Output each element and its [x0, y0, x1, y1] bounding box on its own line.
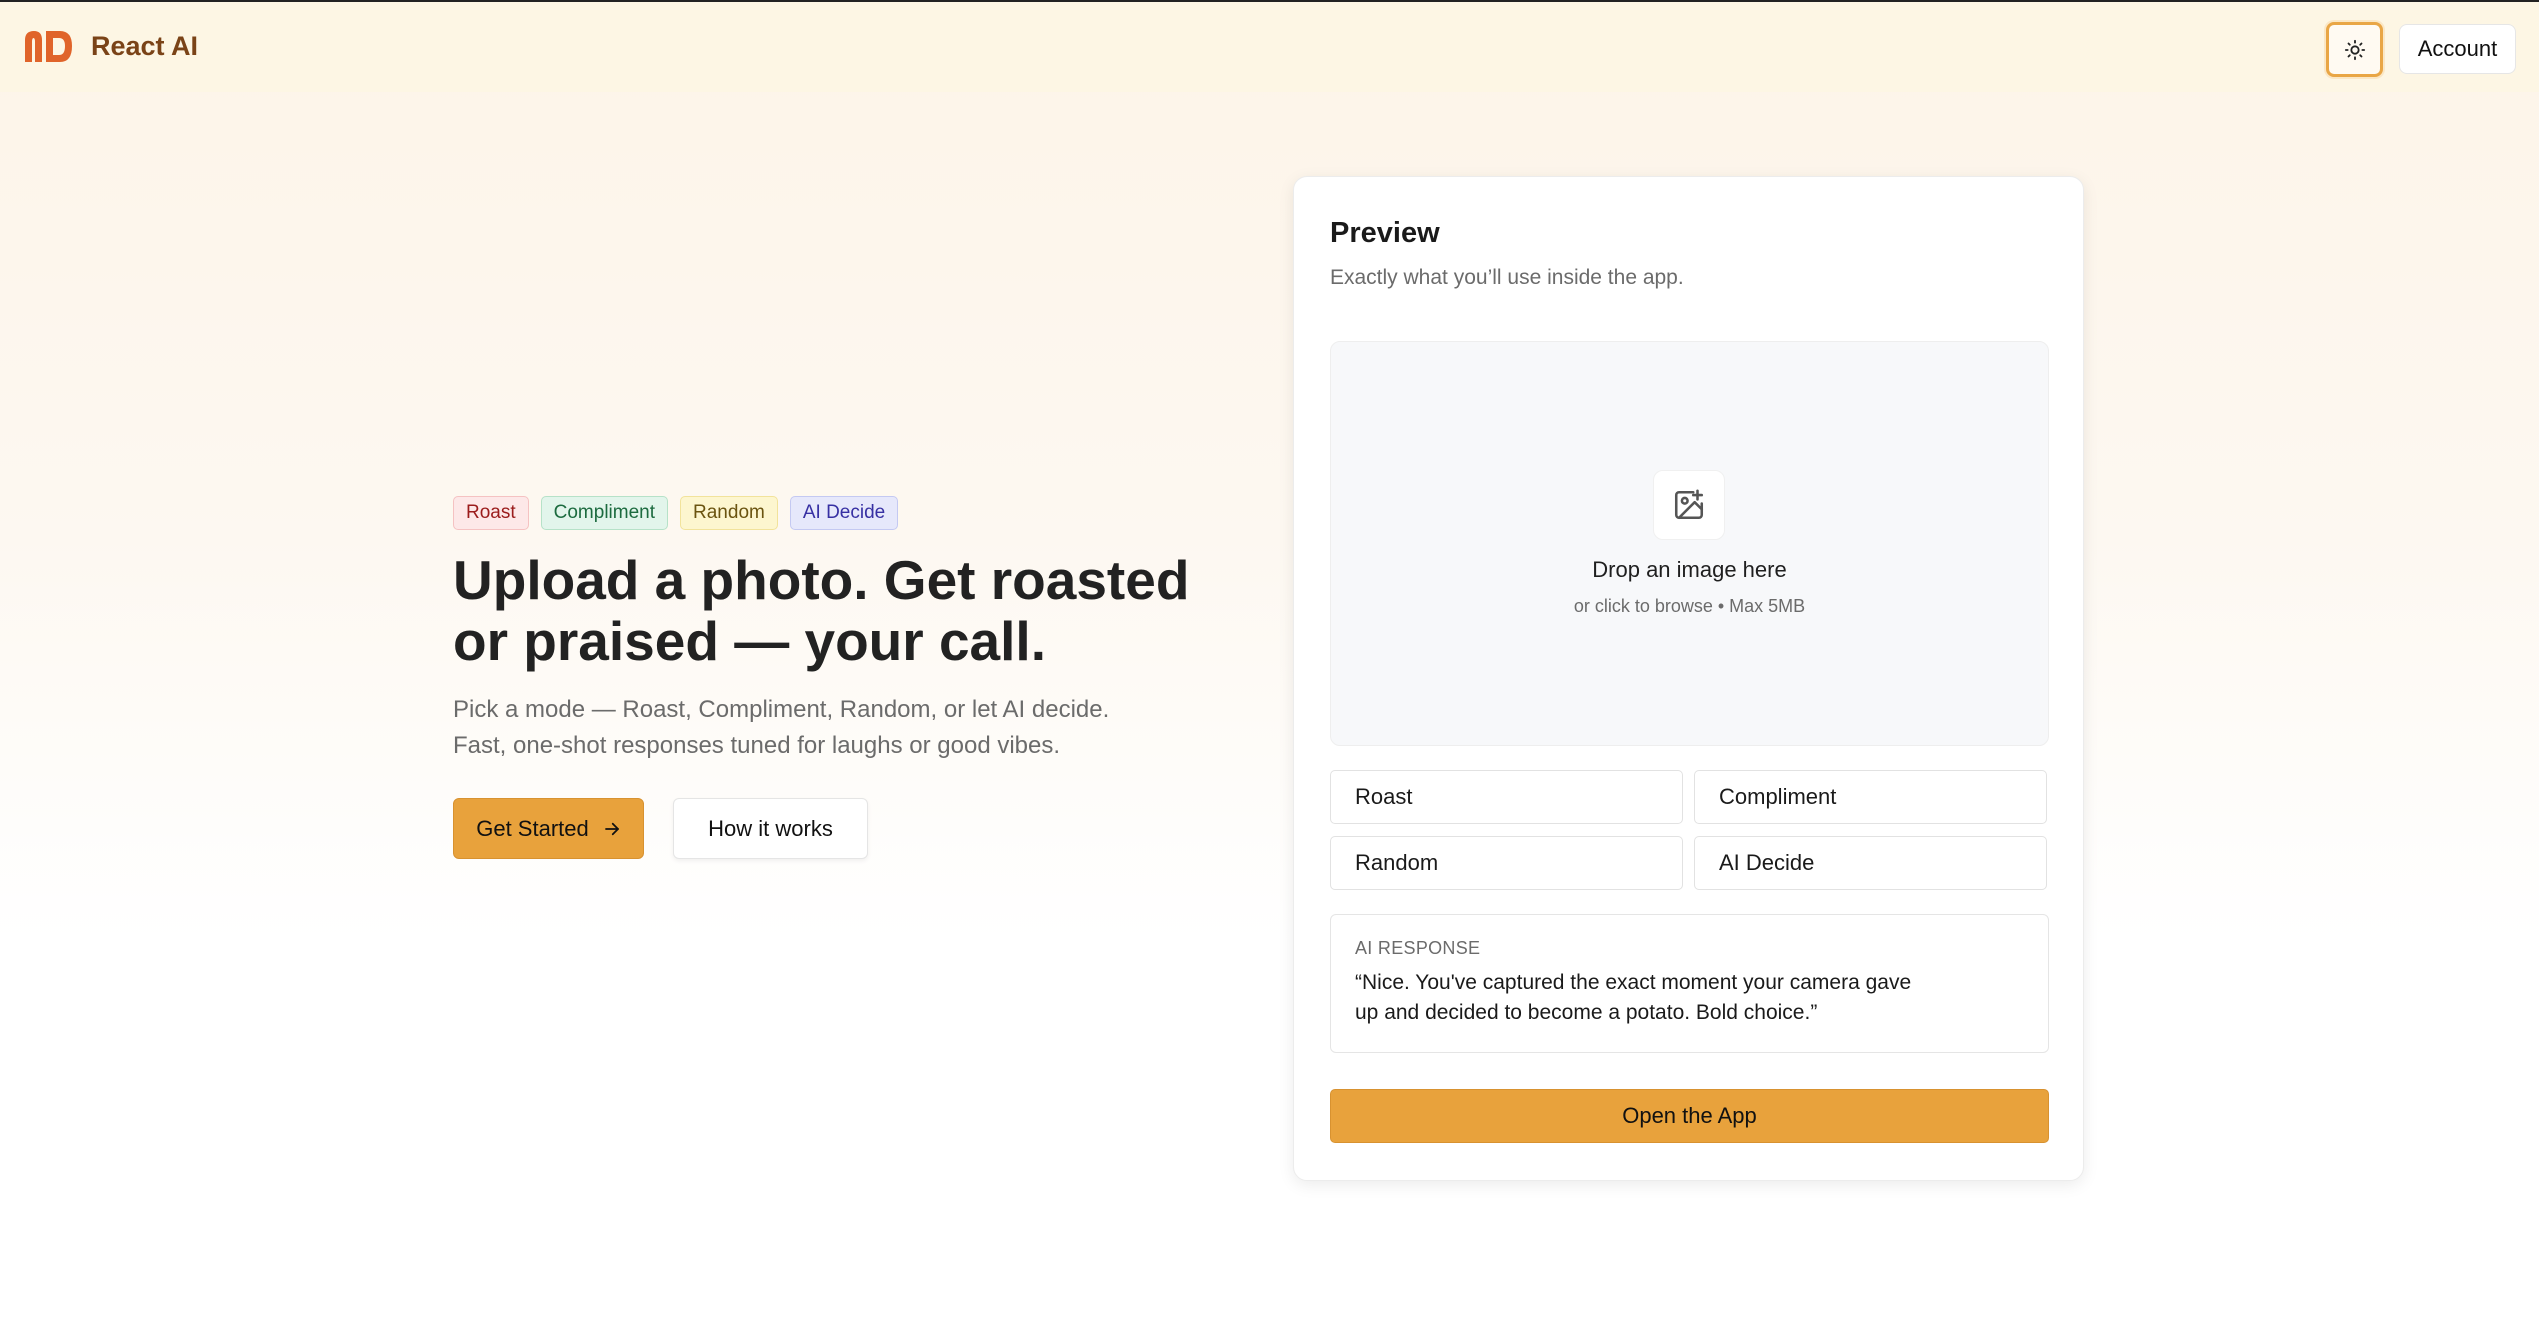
image-dropzone[interactable]: Drop an image here or click to browse • … — [1330, 341, 2049, 746]
preview-description: Exactly what you’ll use inside the app. — [1330, 266, 1684, 289]
get-started-button[interactable]: Get Started — [453, 798, 644, 859]
chip-compliment: Compliment — [540, 496, 669, 530]
mode-roast-button[interactable]: Roast — [1330, 770, 1683, 824]
hero-subtext: Pick a mode — Roast, Compliment, Random,… — [453, 692, 1213, 764]
theme-toggle-button[interactable] — [2326, 22, 2383, 77]
ai-response-text: “Nice. You've captured the exact moment … — [1355, 971, 1912, 1024]
chip-roast: Roast — [453, 496, 529, 530]
ai-response-label: AI RESPONSE — [1355, 938, 1481, 958]
get-started-label: Get Started — [476, 815, 589, 841]
open-app-button[interactable]: Open the App — [1330, 1089, 2049, 1143]
hero-subtext-line-2: Fast, one-shot responses tuned for laugh… — [453, 732, 1061, 759]
brand-name: React AI — [91, 30, 199, 61]
image-plus-icon — [1653, 470, 1725, 540]
hero-subtext-line-1: Pick a mode — Roast, Compliment, Random,… — [453, 696, 1110, 723]
dropzone-sub-text: or click to browse • Max 5MB — [1573, 596, 1806, 616]
how-it-works-button[interactable]: How it works — [673, 798, 868, 859]
hero-headline: Upload a photo. Get roasted or praised —… — [453, 549, 1190, 672]
preview-title: Preview — [1330, 217, 1440, 249]
top-nav: React AI Account — [0, 2, 2539, 92]
sun-icon — [2344, 39, 2365, 60]
ai-response-box: AI RESPONSE “Nice. You've captured the e… — [1330, 914, 2049, 1053]
arrow-right-icon — [604, 822, 619, 835]
chip-ai-decide: AI Decide — [789, 496, 899, 530]
mode-chips: Roast Compliment Random AI Decide — [453, 496, 910, 530]
account-button[interactable]: Account — [2399, 24, 2516, 74]
mode-compliment-button[interactable]: Compliment — [1694, 770, 2047, 824]
brand[interactable]: React AI — [22, 28, 198, 64]
react-ai-logo-icon — [25, 31, 72, 62]
mode-ai-decide-button[interactable]: AI Decide — [1694, 836, 2047, 890]
dropzone-main-text: Drop an image here — [1592, 557, 1787, 582]
preview-card: Preview Exactly what you’ll use inside t… — [1293, 176, 2084, 1181]
mode-random-button[interactable]: Random — [1330, 836, 1683, 890]
chip-random: Random — [680, 496, 778, 530]
